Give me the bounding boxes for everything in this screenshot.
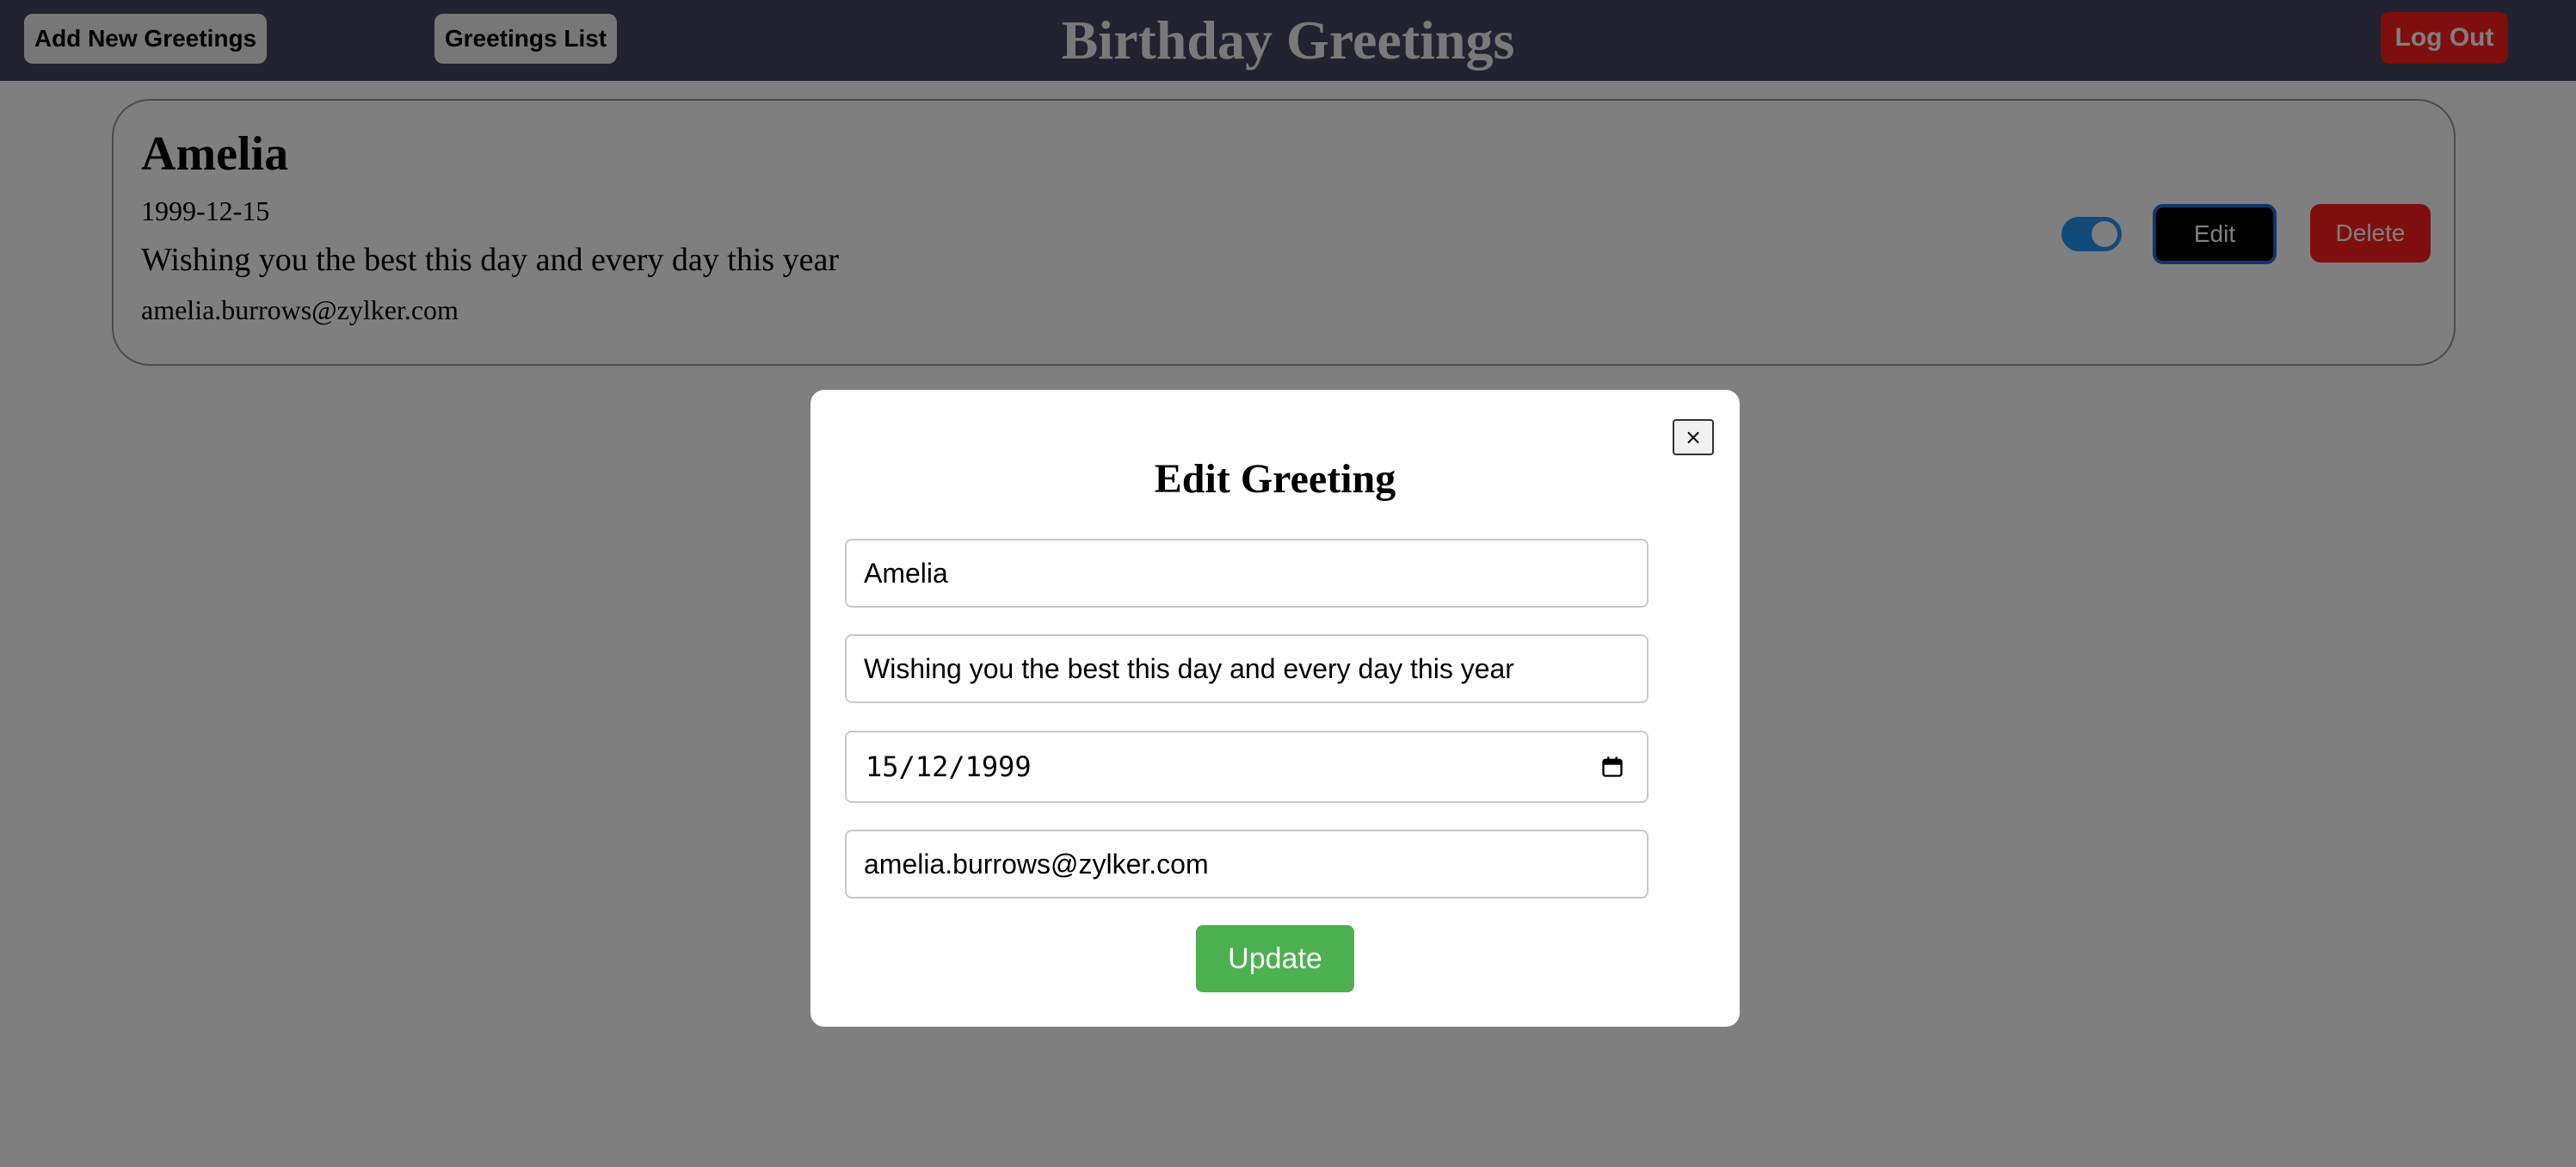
- date-input[interactable]: 15/12/1999: [845, 731, 1649, 803]
- edit-greeting-modal: × Edit Greeting 15/12/1999 Update: [810, 390, 1740, 1027]
- message-input[interactable]: [845, 634, 1649, 703]
- close-modal-button[interactable]: ×: [1673, 419, 1714, 455]
- email-input[interactable]: [845, 830, 1649, 898]
- update-button[interactable]: Update: [1196, 925, 1354, 992]
- date-input-value: 15/12/1999: [866, 750, 1032, 783]
- name-input[interactable]: [845, 539, 1649, 608]
- modal-title: Edit Greeting: [1154, 456, 1396, 502]
- calendar-icon[interactable]: [1600, 755, 1624, 779]
